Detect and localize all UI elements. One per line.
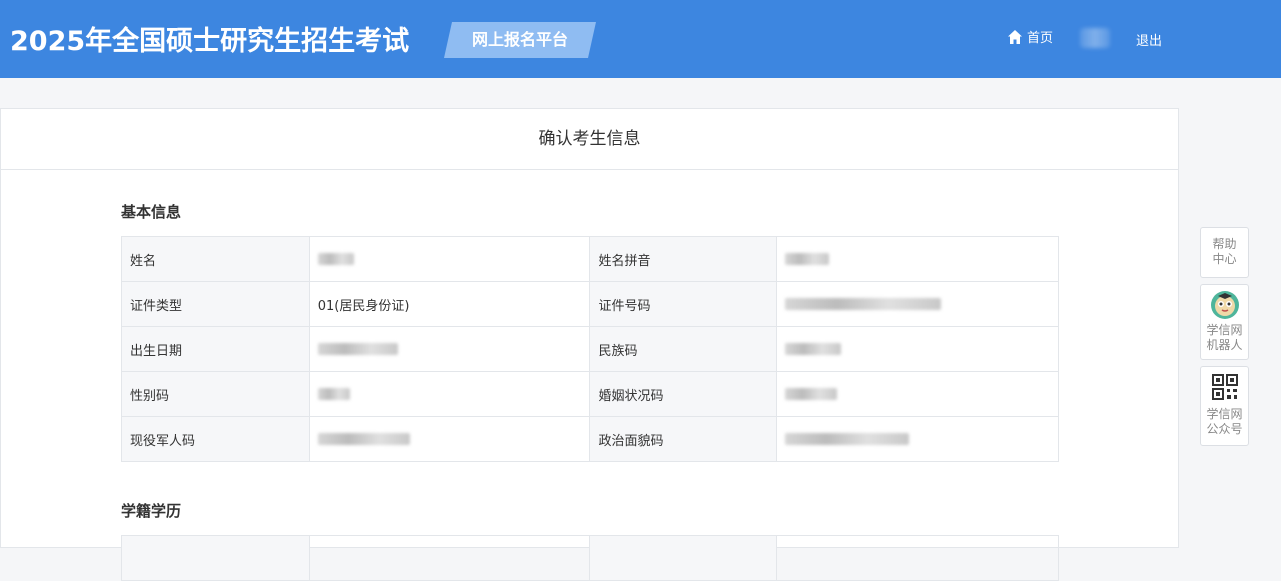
user-name-blurred[interactable] — [1080, 28, 1110, 48]
cell-label — [121, 535, 310, 581]
cell-label: 证件类型 — [121, 281, 310, 327]
redacted-value — [785, 388, 838, 400]
table-row — [121, 535, 1059, 581]
page-title: 确认考生信息 — [1, 109, 1178, 170]
cell-label: 婚姻状况码 — [589, 371, 778, 417]
cell-value — [776, 326, 1059, 372]
official-account-button[interactable]: 学信网公众号 — [1200, 366, 1249, 446]
table-row: 证件类型 01(居民身份证) 证件号码 — [121, 281, 1059, 327]
redacted-value — [317, 343, 398, 355]
cell-label: 姓名 — [121, 236, 310, 282]
site-title: 2025年全国硕士研究生招生考试 — [10, 26, 410, 57]
table-row: 性别码 婚姻状况码 — [121, 371, 1059, 417]
cell-label: 证件号码 — [589, 281, 778, 327]
redacted-value — [785, 253, 830, 265]
confirm-panel: 确认考生信息 基本信息 姓名 姓名拼音 证件类型 01(居民身份证) 证件号码 … — [0, 108, 1179, 581]
platform-badge: 网上报名平台 — [444, 22, 596, 58]
top-header: 2025年全国硕士研究生招生考试 网上报名平台 首页 退出 — [0, 0, 1281, 78]
redacted-value — [785, 298, 942, 310]
table-row: 出生日期 民族码 — [121, 326, 1059, 372]
help-center-button[interactable]: 帮助中心 — [1200, 227, 1249, 278]
cell-label: 政治面貌码 — [589, 416, 778, 462]
cell-label — [589, 535, 778, 581]
cell-value — [776, 236, 1059, 282]
cell-label: 民族码 — [589, 326, 778, 372]
robot-label: 学信网机器人 — [1206, 323, 1243, 352]
cell-label: 姓名拼音 — [589, 236, 778, 282]
redacted-value — [317, 433, 410, 445]
cell-value — [776, 416, 1059, 462]
table-row: 姓名 姓名拼音 — [121, 236, 1059, 282]
education-table — [121, 535, 1059, 581]
robot-button[interactable]: 学信网机器人 — [1200, 284, 1249, 360]
cell-label: 出生日期 — [121, 326, 310, 372]
qr-code-icon — [1211, 374, 1238, 400]
cell-value — [308, 326, 591, 372]
cell-value — [776, 371, 1059, 417]
cell-value — [308, 236, 591, 282]
logout-link[interactable]: 退出 — [1136, 30, 1162, 49]
cell-value — [308, 416, 591, 462]
cell-value — [308, 371, 591, 417]
cell-label: 现役军人码 — [121, 416, 310, 462]
redacted-value — [785, 433, 910, 445]
official-account-label: 学信网公众号 — [1206, 407, 1243, 436]
cell-value — [776, 281, 1059, 327]
robot-mascot-icon — [1210, 291, 1239, 319]
cell-label: 性别码 — [121, 371, 310, 417]
education-title: 学籍学历 — [121, 502, 182, 520]
redacted-value — [317, 388, 350, 400]
home-icon — [1008, 29, 1022, 44]
platform-label: 网上报名平台 — [471, 30, 568, 49]
cell-value — [308, 535, 591, 581]
home-link[interactable]: 首页 — [1007, 27, 1053, 46]
home-label: 首页 — [1027, 31, 1054, 46]
help-center-label: 帮助中心 — [1212, 237, 1237, 266]
redacted-value — [317, 253, 354, 265]
cell-value — [776, 535, 1059, 581]
basic-info-title: 基本信息 — [121, 203, 182, 221]
table-row: 现役军人码 政治面貌码 — [121, 416, 1059, 462]
basic-info-table: 姓名 姓名拼音 证件类型 01(居民身份证) 证件号码 出生日期 民族码 性别码… — [121, 236, 1059, 462]
redacted-value — [785, 343, 842, 355]
cell-value: 01(居民身份证) — [308, 281, 591, 327]
